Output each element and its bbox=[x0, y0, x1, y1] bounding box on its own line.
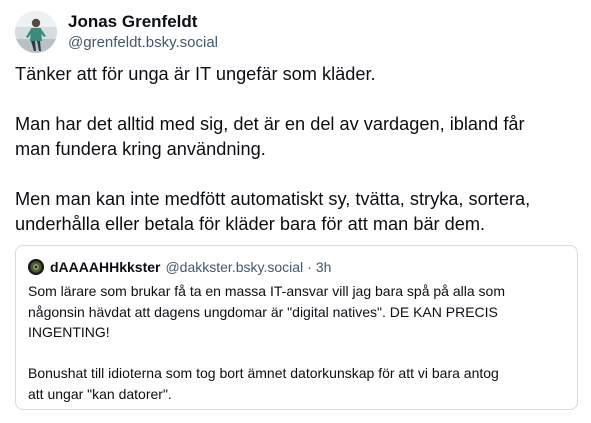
quoted-author-display-name[interactable]: dAAAAHHkkster bbox=[50, 259, 160, 275]
post-text: Tänker att för unga är IT ungefär som kl… bbox=[15, 62, 580, 237]
quoted-post-text: Som lärare som brukar få ta en massa IT-… bbox=[28, 281, 568, 404]
quoted-line: Bonushat till idioterna som tog bort ämn… bbox=[28, 365, 499, 381]
quoted-paragraph: Som lärare som brukar få ta en massa IT-… bbox=[28, 281, 568, 343]
quoted-paragraph: Bonushat till idioterna som tog bort ämn… bbox=[28, 363, 568, 404]
post-paragraph: Tänker att för unga är IT ungefär som kl… bbox=[15, 62, 580, 87]
quoted-line: att ungar "kan datorer". bbox=[28, 385, 172, 402]
quoted-line: någonsin hävdat att dagens ungdomar är "… bbox=[28, 303, 498, 320]
author-handle[interactable]: @grenfeldt.bsky.social bbox=[68, 33, 218, 53]
author-avatar-icon[interactable] bbox=[15, 11, 57, 53]
quoted-line: Som lärare som brukar få ta en massa IT-… bbox=[28, 283, 505, 299]
quoted-line: INGENTING! bbox=[28, 324, 110, 340]
post-line: underhålla eller betala för kläder bara … bbox=[15, 214, 486, 234]
quoted-post-card[interactable]: dAAAAHHkkster @dakkster.bsky.social · 3h… bbox=[15, 245, 578, 410]
post-line: Men man kan inte medfött automatiskt sy,… bbox=[15, 189, 531, 209]
quoted-post-timestamp[interactable]: 3h bbox=[316, 259, 332, 275]
author-display-name[interactable]: Jonas Grenfeldt bbox=[68, 11, 218, 33]
quoted-post-header: dAAAAHHkkster @dakkster.bsky.social · 3h bbox=[28, 259, 331, 275]
quoted-author-handle[interactable]: @dakkster.bsky.social bbox=[165, 259, 303, 275]
quoted-author-avatar-icon[interactable] bbox=[28, 259, 44, 275]
post-line: Man har det alltid med sig, det är en de… bbox=[15, 114, 525, 134]
author-info: Jonas Grenfeldt @grenfeldt.bsky.social bbox=[68, 11, 218, 53]
post-line: Tänker att för unga är IT ungefär som kl… bbox=[15, 64, 376, 84]
post-paragraph: Men man kan inte medfött automatiskt sy,… bbox=[15, 187, 580, 237]
post-line: man fundera kring användning. bbox=[15, 139, 266, 159]
separator-dot: · bbox=[307, 259, 312, 275]
post: Jonas Grenfeldt @grenfeldt.bsky.social T… bbox=[0, 0, 591, 423]
post-paragraph: Man har det alltid med sig, det är en de… bbox=[15, 112, 580, 162]
